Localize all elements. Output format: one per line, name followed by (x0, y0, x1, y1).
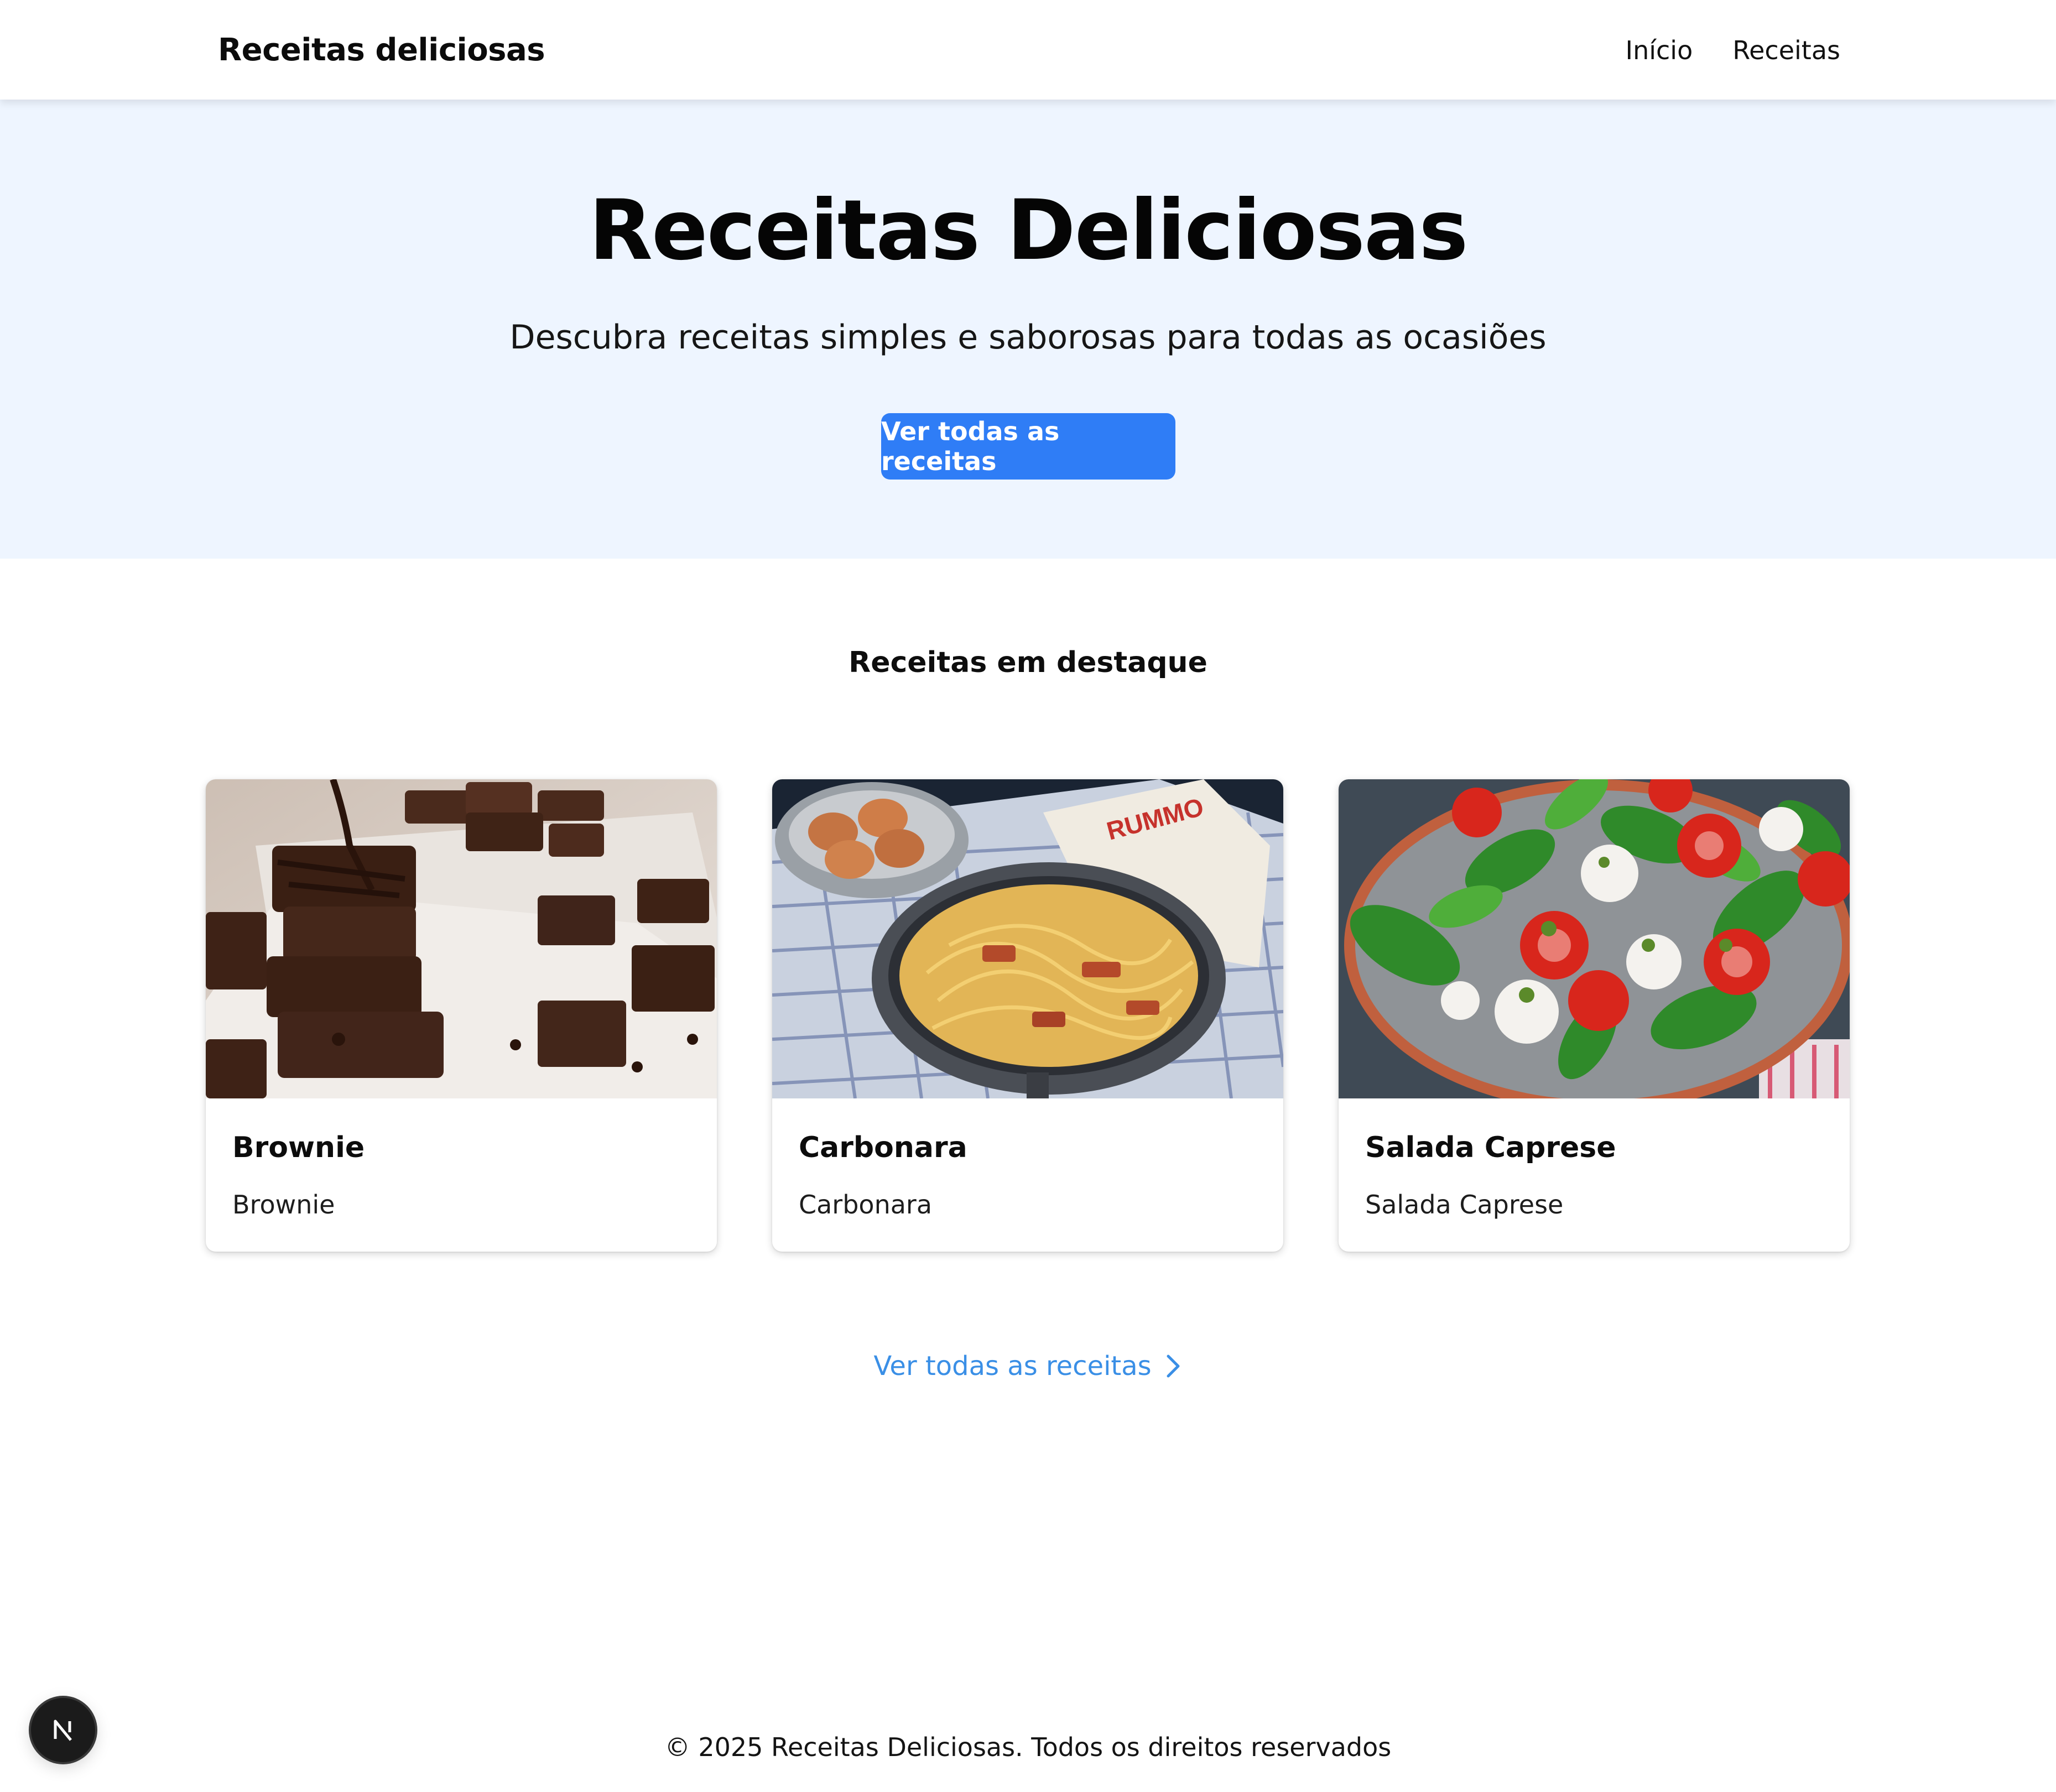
hero-title: Receitas Deliciosas (589, 183, 1469, 279)
nav-link-receitas[interactable]: Receitas (1732, 35, 1840, 65)
nav-links: Início Receitas (1626, 35, 1840, 65)
caprese-salad-image (1339, 779, 1850, 1098)
card-description: Salada Caprese (1365, 1190, 1564, 1220)
featured-section-title: Receitas em destaque (849, 646, 1207, 679)
card-description: Brownie (232, 1190, 335, 1220)
footer-copyright: © 2025 Receitas Deliciosas. Todos os dir… (664, 1732, 1392, 1762)
recipe-card-salada-caprese[interactable]: Salada Caprese Salada Caprese (1339, 779, 1850, 1252)
view-all-recipes-button[interactable]: Ver todas as receitas (881, 413, 1175, 480)
nextjs-dev-badge[interactable] (31, 1698, 95, 1762)
card-title: Salada Caprese (1365, 1131, 1616, 1164)
nextjs-logo-icon (54, 1720, 72, 1741)
see-all-label: Ver todas as receitas (873, 1351, 1152, 1382)
card-title: Carbonara (799, 1131, 967, 1164)
carbonara-image: RUMMO (772, 779, 1283, 1098)
chevron-right-icon (1167, 1355, 1180, 1378)
navbar: Receitas deliciosas Início Receitas (0, 0, 2056, 100)
hero-section: Receitas Deliciosas Descubra receitas si… (0, 100, 2056, 559)
recipe-card-brownie[interactable]: Brownie Brownie (206, 779, 717, 1252)
brand-logo[interactable]: Receitas deliciosas (218, 32, 545, 68)
recipe-card-carbonara[interactable]: RUMMO Carbonara Carbonara (772, 779, 1283, 1252)
card-title: Brownie (232, 1131, 365, 1164)
brownie-image (206, 779, 717, 1098)
see-all-recipes-link[interactable]: Ver todas as receitas (0, 1351, 2056, 1382)
nav-link-inicio[interactable]: Início (1626, 35, 1693, 65)
card-description: Carbonara (799, 1190, 933, 1220)
hero-subtitle: Descubra receitas simples e saborosas pa… (509, 318, 1547, 357)
